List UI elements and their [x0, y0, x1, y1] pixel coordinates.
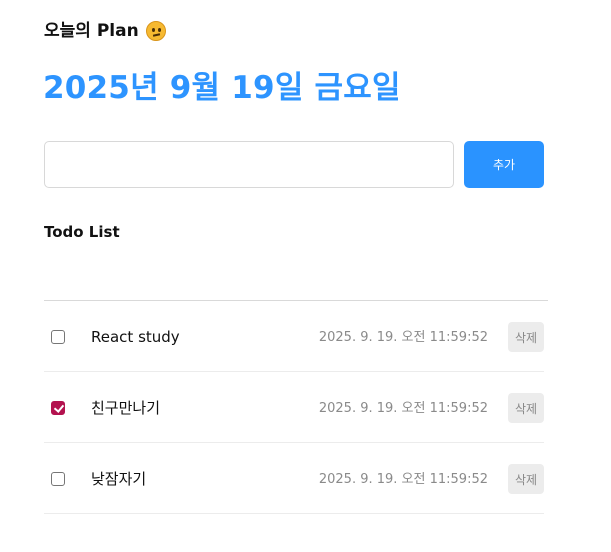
date-heading: 2025년 9월 19일 금요일: [43, 70, 401, 106]
todo-input[interactable]: [44, 141, 454, 188]
add-button[interactable]: 추가: [464, 141, 544, 188]
delete-button[interactable]: 삭제: [508, 393, 544, 423]
todo-date: 2025. 9. 19. 오전 11:59:52: [318, 401, 488, 416]
todo-date: 2025. 9. 19. 오전 11:59:52: [318, 330, 488, 345]
delete-button[interactable]: 삭제: [508, 322, 544, 352]
todo-checkbox[interactable]: [51, 472, 65, 486]
app-header: 오늘의 Plan: [44, 19, 166, 43]
list-title: Todo List: [44, 223, 120, 241]
todo-item: 친구만나기 2025. 9. 19. 오전 11:59:52 삭제: [44, 372, 544, 443]
todo-content: React study: [91, 328, 180, 346]
todo-content: 낮잠자기: [91, 470, 147, 488]
todo-checkbox[interactable]: [51, 401, 65, 415]
todo-item: React study 2025. 9. 19. 오전 11:59:52 삭제: [44, 301, 544, 372]
brand-title: 오늘의 Plan: [44, 21, 139, 41]
todo-app: 오늘의 Plan 2025년 9월 19일 금요일 추가 Todo List R…: [0, 0, 611, 552]
todo-item: 낮잠자기 2025. 9. 19. 오전 11:59:52 삭제: [44, 443, 544, 514]
todo-date: 2025. 9. 19. 오전 11:59:52: [318, 472, 488, 487]
todo-checkbox[interactable]: [51, 330, 65, 344]
thinking-face-icon: [145, 21, 166, 41]
todo-content: 친구만나기: [91, 399, 161, 417]
delete-button[interactable]: 삭제: [508, 464, 544, 494]
todo-list: React study 2025. 9. 19. 오전 11:59:52 삭제 …: [44, 301, 544, 514]
